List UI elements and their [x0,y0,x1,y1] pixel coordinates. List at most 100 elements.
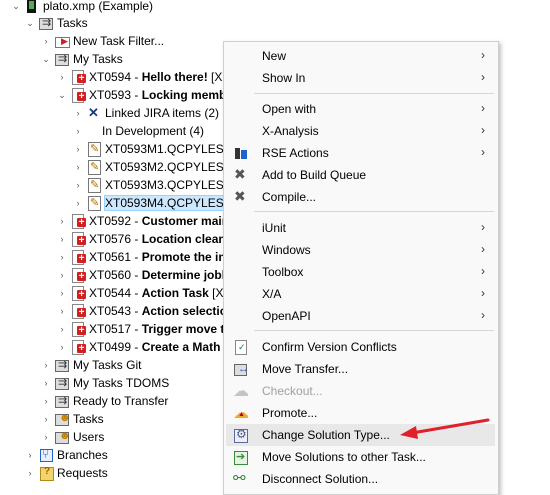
chevron-right-icon[interactable]: › [72,104,84,122]
chevron-right-icon[interactable]: › [56,212,68,230]
source-member-icon [86,159,102,175]
chevron-right-icon[interactable]: › [40,428,52,446]
tree-node-task[interactable]: › XT0561 - Promote the in [56,248,226,266]
tree-node-label: In Development (4) [102,124,205,138]
chevron-right-icon: › [481,101,485,115]
chevron-right-icon[interactable]: › [56,284,68,302]
tree-node-task[interactable]: › XT0594 - Hello there! [XI [56,68,226,86]
tree-node-project[interactable]: ⌄ plato.xmp (Example) [10,0,153,15]
task-title: Trigger move t [141,322,225,336]
tree-node-tasks-sub[interactable]: › Tasks [40,410,104,428]
tree-node-task[interactable]: › XT0576 - Location cleanu [56,230,233,248]
tree-node-task[interactable]: › XT0499 - Create a Math s [56,338,230,356]
tree-node-source-member[interactable]: › XT0593M3.QCPYLESR0 [72,176,239,194]
menu-item-x-analysis[interactable]: X-Analysis › [226,120,495,142]
chevron-right-icon[interactable]: › [56,248,68,266]
chevron-down-icon[interactable]: ⌄ [56,86,68,104]
chevron-right-icon[interactable]: › [40,374,52,392]
tasks-folder-icon [54,51,70,67]
chevron-down-icon[interactable]: ⌄ [10,0,22,15]
tree-node-my-tasks[interactable]: ⌄ My Tasks [40,50,123,68]
chevron-right-icon[interactable]: › [56,338,68,356]
chevron-right-icon[interactable]: › [56,68,68,86]
chevron-right-icon[interactable]: › [24,446,36,464]
tools-icon [233,166,249,183]
tree-node-requests[interactable]: › Requests [24,464,108,482]
chevron-right-icon[interactable]: › [56,230,68,248]
chevron-right-icon[interactable]: › [72,176,84,194]
chevron-right-icon[interactable]: › [40,356,52,374]
tree-node-in-development[interactable]: › In Development (4) [72,122,205,140]
menu-item-label: OpenAPI [262,309,311,323]
menu-item-toolbox[interactable]: Toolbox › [226,261,495,283]
cloud-checkout-icon [233,381,249,401]
menu-item-move-transfer[interactable]: Move Transfer... [226,358,495,380]
tree-node-users[interactable]: › Users [40,428,104,446]
jira-icon [86,105,102,121]
menu-item-move-solutions[interactable]: Move Solutions to other Task... [226,446,495,468]
tree-node-linked-jira[interactable]: › Linked JIRA items (2) [72,104,220,122]
menu-item-open-with[interactable]: Open with › [226,98,495,120]
chevron-right-icon[interactable]: › [56,266,68,284]
task-icon [70,267,86,283]
chevron-right-icon[interactable]: › [72,194,84,212]
blank-icon [86,123,102,139]
menu-item-checkout: Checkout... [226,380,495,402]
chevron-right-icon[interactable]: › [72,158,84,176]
users-icon [54,429,71,445]
menu-item-disconnect-solution[interactable]: Disconnect Solution... [226,468,495,490]
tasks-folder-icon [54,357,70,373]
tree-node-task[interactable]: › XT0543 - Action selectio [56,302,227,320]
tree-node-branches[interactable]: › Branches [24,446,108,464]
tree-node-task[interactable]: › XT0517 - Trigger move t [56,320,224,338]
chevron-down-icon[interactable]: ⌄ [24,14,36,32]
tree-node-tasks[interactable]: ⌄ Tasks [24,14,88,32]
chevron-right-icon[interactable]: › [56,302,68,320]
tree-node-task[interactable]: › XT0592 - Customer main [56,212,229,230]
menu-item-windows[interactable]: Windows › [226,239,495,261]
task-title: Location cleanu [141,232,234,246]
tree-node-my-tasks-tdoms[interactable]: › My Tasks TDOMS [40,374,169,392]
menu-item-label: Promote... [262,406,318,420]
menu-item-iunit[interactable]: iUnit › [226,217,495,239]
menu-item-add-to-build-queue[interactable]: Add to Build Queue [226,164,495,186]
tree-node-my-tasks-git[interactable]: › My Tasks Git [40,356,141,374]
task-icon [70,339,86,355]
chevron-right-icon[interactable]: › [72,140,84,158]
tree-node-task[interactable]: › XT0544 - Action Task [XM [56,284,234,302]
chevron-right-icon[interactable]: › [40,32,52,50]
tree-node-source-member-selected[interactable]: › XT0593M4.QCPYLESR0 [72,194,241,212]
menu-item-rse-actions[interactable]: RSE Actions › [226,142,495,164]
tree-node-ready-to-transfer[interactable]: › Ready to Transfer [40,392,168,410]
chevron-right-icon[interactable]: › [40,392,52,410]
tree-node-task[interactable]: ⌄ XT0593 - Locking memb [56,86,226,104]
chevron-right-icon[interactable]: › [40,410,52,428]
tree-node-label: Branches [57,448,108,462]
task-title: Hello there! [141,70,208,84]
menu-item-compile[interactable]: Compile... [226,186,495,208]
menu-item-confirm-version-conflicts[interactable]: Confirm Version Conflicts [226,336,495,358]
menu-item-label: Toolbox [262,265,304,279]
chevron-right-icon[interactable]: › [24,464,36,482]
tasks-folder-icon [38,15,54,31]
tools-icon [233,188,249,205]
menu-item-label: Change Solution Type... [262,428,390,442]
chevron-down-icon[interactable]: ⌄ [40,50,52,68]
task-title: Customer main [141,214,230,228]
menu-item-label: Windows [262,243,311,257]
request-icon [38,465,54,481]
menu-item-xa[interactable]: X/A › [226,283,495,305]
tree-node-source-member[interactable]: › XT0593M2.QCPYLESR0 [72,158,239,176]
menu-item-openapi[interactable]: OpenAPI › [226,305,495,327]
tree-node-label: My Tasks Git [73,358,142,372]
chevron-right-icon[interactable]: › [56,320,68,338]
chevron-right-icon[interactable]: › [72,122,84,140]
task-id: XT0544 - [89,286,142,300]
tree-node-source-member[interactable]: › XT0593M1.QCPYLESR0 [72,140,239,158]
tree-node-task[interactable]: › XT0560 - Determine jobl [56,266,225,284]
tree-node-new-task-filter[interactable]: › New Task Filter... [40,32,164,50]
task-icon [70,249,86,265]
menu-item-new[interactable]: New › [226,45,495,67]
menu-item-label: Confirm Version Conflicts [262,340,397,354]
menu-item-show-in[interactable]: Show In › [226,67,495,89]
